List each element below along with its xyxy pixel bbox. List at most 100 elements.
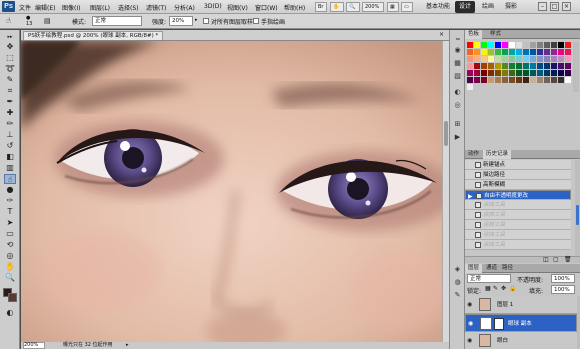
- color-swatch[interactable]: [474, 70, 480, 76]
- color-swatch[interactable]: [509, 56, 515, 62]
- 3d-rotate-tool-icon[interactable]: ⟲: [4, 240, 16, 250]
- history-item[interactable]: 高斯模糊: [465, 180, 571, 190]
- color-swatch[interactable]: [488, 56, 494, 62]
- lock-pixels-icon[interactable]: ✎: [493, 285, 498, 292]
- color-panel-icon[interactable]: ◉: [453, 46, 462, 55]
- strength-dropdown-icon[interactable]: ▸: [195, 17, 198, 23]
- adjustments-panel-icon[interactable]: ◐: [453, 88, 462, 97]
- history-item[interactable]: 新建锚点: [465, 160, 571, 170]
- dodge-tool-icon[interactable]: ●: [4, 185, 16, 195]
- color-swatch[interactable]: [544, 49, 550, 55]
- color-swatch[interactable]: [509, 49, 515, 55]
- lasso-tool-icon[interactable]: ➰: [4, 64, 16, 74]
- color-swatch[interactable]: [551, 63, 557, 69]
- zoom-tool-icon[interactable]: 🔍: [346, 2, 360, 12]
- color-swatch[interactable]: [495, 63, 501, 69]
- color-swatch[interactable]: [509, 70, 515, 76]
- quick-mask-icon[interactable]: ◐: [4, 308, 16, 318]
- canvas-vertical-scrollbar[interactable]: [442, 41, 449, 342]
- move-tool-icon[interactable]: ✥: [4, 42, 16, 52]
- lock-all-icon[interactable]: 🔒: [509, 285, 516, 292]
- zoom-tool-button-icon[interactable]: 🔍: [4, 273, 16, 283]
- color-swatch[interactable]: [537, 56, 543, 62]
- color-swatch[interactable]: [530, 63, 536, 69]
- workspace-painting[interactable]: 绘画: [478, 1, 498, 13]
- color-swatch[interactable]: [509, 63, 515, 69]
- color-swatch[interactable]: [488, 42, 494, 48]
- color-swatch[interactable]: [516, 70, 522, 76]
- color-swatch[interactable]: [530, 49, 536, 55]
- zoom-level-select[interactable]: 200%: [362, 2, 384, 12]
- history-panel-icon[interactable]: ⊞: [453, 120, 462, 129]
- paths-panel-icon[interactable]: ✎: [453, 291, 462, 300]
- opacity-input[interactable]: 100%: [551, 274, 575, 283]
- color-swatch[interactable]: [495, 70, 501, 76]
- color-swatch[interactable]: [558, 63, 564, 69]
- color-swatch[interactable]: [558, 56, 564, 62]
- strength-input[interactable]: 20%: [169, 16, 193, 26]
- color-swatch[interactable]: [523, 56, 529, 62]
- hand-tool-button-icon[interactable]: ✋: [4, 262, 16, 272]
- menu-view[interactable]: 视图(V): [227, 3, 248, 12]
- path-select-tool-icon[interactable]: ➤: [4, 218, 16, 228]
- color-swatch[interactable]: [537, 77, 543, 83]
- color-swatch[interactable]: [502, 56, 508, 62]
- mode-select[interactable]: 正常: [92, 16, 142, 26]
- workspace-design[interactable]: 设计: [455, 1, 476, 13]
- grid-icon[interactable]: ▦: [387, 2, 399, 12]
- layer-row[interactable]: ◉ 眼白: [465, 332, 577, 349]
- finger-painting-checkbox[interactable]: [253, 18, 259, 24]
- visibility-eye-icon[interactable]: ◉: [467, 338, 473, 344]
- styles-panel-icon[interactable]: ▧: [453, 72, 462, 81]
- color-swatch[interactable]: [495, 49, 501, 55]
- menu-edit[interactable]: 编辑(E): [35, 3, 55, 12]
- pen-tool-icon[interactable]: ✑: [4, 196, 16, 206]
- color-swatch[interactable]: [481, 70, 487, 76]
- menu-image[interactable]: 图像(I): [62, 3, 80, 12]
- delete-history-icon[interactable]: 🗑: [564, 256, 572, 263]
- history-item[interactable]: 涂抹工具: [465, 220, 571, 230]
- 3d-orbit-tool-icon[interactable]: ◎: [4, 251, 16, 261]
- visibility-eye-icon[interactable]: ◉: [468, 321, 474, 327]
- color-swatch[interactable]: [467, 77, 473, 83]
- color-swatch[interactable]: [467, 70, 473, 76]
- color-swatch[interactable]: [488, 70, 494, 76]
- color-swatch[interactable]: [516, 42, 522, 48]
- history-item-selected[interactable]: ▶ 自由不透明度更改: [465, 190, 571, 200]
- history-item[interactable]: 涂抹工具: [465, 230, 571, 240]
- color-swatch[interactable]: [558, 70, 564, 76]
- channels-panel-icon[interactable]: ◍: [453, 278, 462, 287]
- fill-input[interactable]: 100%: [551, 285, 575, 294]
- tab-channels[interactable]: 通道: [483, 264, 500, 273]
- sample-all-checkbox[interactable]: [203, 18, 209, 24]
- history-brush-icon[interactable]: ↺: [4, 141, 16, 151]
- color-swatch[interactable]: [474, 42, 480, 48]
- color-swatch[interactable]: [565, 63, 571, 69]
- color-swatch[interactable]: [474, 49, 480, 55]
- actions-panel-icon[interactable]: ▶: [453, 133, 462, 142]
- color-swatch[interactable]: [509, 77, 515, 83]
- color-swatch[interactable]: [516, 56, 522, 62]
- maximize-icon[interactable]: □: [550, 2, 559, 11]
- color-swatch[interactable]: [474, 63, 480, 69]
- color-swatch[interactable]: [537, 49, 543, 55]
- shape-tool-icon[interactable]: ▭: [4, 229, 16, 239]
- launch-bridge-button[interactable]: Br: [315, 2, 327, 12]
- color-swatch[interactable]: [467, 49, 473, 55]
- dock-collapse-icon[interactable]: ◂◂: [453, 34, 462, 43]
- layer-row-selected[interactable]: ◉ 眼球 副本: [465, 314, 577, 332]
- color-swatch[interactable]: [544, 42, 550, 48]
- layer-row[interactable]: ◉ 图层 1: [465, 296, 577, 314]
- color-swatch[interactable]: [467, 63, 473, 69]
- menu-select[interactable]: 选择(S): [118, 3, 139, 12]
- color-swatch[interactable]: [516, 77, 522, 83]
- tab-layers[interactable]: 图层: [465, 264, 483, 273]
- eyedropper-tool-icon[interactable]: ✒: [4, 97, 16, 107]
- history-item[interactable]: 涂抹工具: [465, 210, 571, 220]
- color-swatch[interactable]: [544, 77, 550, 83]
- collapse-toolbox-icon[interactable]: ▸▸: [4, 32, 16, 42]
- marquee-tool-icon[interactable]: ⬚: [4, 53, 16, 63]
- history-item[interactable]: 涂抹工具: [465, 240, 571, 250]
- screen-mode-icon[interactable]: ▭: [401, 2, 413, 12]
- color-swatch[interactable]: [481, 77, 487, 83]
